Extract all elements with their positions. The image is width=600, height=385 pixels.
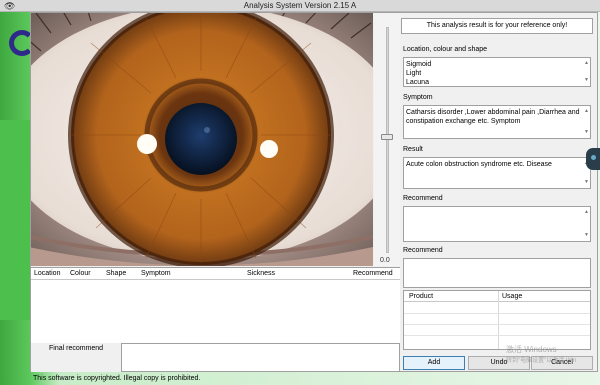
column-header-colour[interactable]: Colour — [70, 270, 91, 277]
column-divider — [498, 291, 499, 349]
final-recommend-row: Final recommend — [31, 343, 400, 372]
iris-image — [31, 13, 373, 266]
column-header-symptom[interactable]: Symptom — [141, 270, 171, 277]
location-line: Lacuna — [406, 79, 429, 86]
result-label: Result — [403, 146, 423, 153]
window-title: Analysis System Version 2.15 A — [243, 1, 357, 10]
location-line: Sigmoid — [406, 61, 432, 68]
reference-notice: This analysis result is for your referen… — [401, 18, 593, 34]
product-table[interactable]: Product Usage — [403, 290, 591, 350]
result-text: Acute colon obstruction syndrome etc. Di… — [406, 161, 552, 168]
recommend-field-secondary[interactable] — [403, 258, 591, 288]
table-row[interactable] — [404, 324, 590, 325]
findings-table[interactable]: Location Colour Shape Symptom Sickness R… — [31, 267, 400, 343]
final-recommend-label: Final recommend — [49, 345, 104, 352]
location-label: Location, colour and shape — [403, 46, 488, 53]
location-field[interactable]: Sigmoid Light Lacuna ▲ ▼ — [403, 57, 591, 87]
recommend-label-secondary: Recommend — [403, 247, 443, 254]
slider-track[interactable] — [386, 27, 389, 253]
final-recommend-field[interactable] — [121, 343, 400, 372]
scroll-down-icon[interactable]: ▼ — [584, 128, 589, 137]
column-header-location[interactable]: Location — [34, 270, 60, 277]
symptom-text: Catharsis disorder ,Lower abdominal pain… — [406, 109, 580, 125]
scroll-up-icon[interactable]: ▲ — [584, 208, 589, 217]
title-bar: 👁 Analysis System Version 2.15 A — [0, 0, 600, 12]
slider-value: 0.0 — [380, 257, 390, 264]
product-table-header: Product Usage — [404, 291, 590, 302]
findings-table-header: Location Colour Shape Symptom Sickness R… — [31, 268, 400, 280]
column-header-recommend[interactable]: Recommend — [353, 270, 393, 277]
recommend-label: Recommend — [403, 195, 443, 202]
symptom-field[interactable]: Catharsis disorder ,Lower abdominal pain… — [403, 105, 591, 139]
main-window: 0.0 Location Colour Shape Symptom Sickne… — [30, 12, 598, 372]
column-header-shape[interactable]: Shape — [106, 270, 126, 277]
activation-watermark: 激活 Windows — [506, 345, 557, 354]
scroll-down-icon[interactable]: ▼ — [584, 231, 589, 240]
scroll-up-icon[interactable]: ▲ — [584, 59, 589, 68]
slider-thumb[interactable] — [381, 134, 393, 140]
column-header-sickness[interactable]: Sickness — [247, 270, 275, 277]
recommend-field[interactable]: ▲ ▼ — [403, 206, 591, 242]
analysis-panel: This analysis result is for your referen… — [401, 13, 597, 371]
table-row[interactable] — [404, 313, 590, 314]
zoom-slider[interactable]: 0.0 — [374, 13, 400, 266]
floating-widget[interactable] — [586, 148, 600, 170]
location-line: Light — [406, 70, 422, 77]
table-row[interactable] — [404, 335, 590, 336]
background-stripe — [0, 120, 32, 320]
activation-watermark-hint: 转到"电脑设置"以激活 Win — [506, 358, 577, 364]
scroll-down-icon[interactable]: ▼ — [584, 76, 589, 85]
scroll-up-icon[interactable]: ▲ — [584, 107, 589, 116]
widget-dot-icon — [591, 155, 596, 160]
symptom-label: Symptom — [403, 94, 433, 101]
add-button[interactable]: Add — [403, 356, 465, 370]
column-header-usage[interactable]: Usage — [502, 293, 522, 300]
scroll-down-icon[interactable]: ▼ — [584, 178, 589, 187]
result-field[interactable]: Acute colon obstruction syndrome etc. Di… — [403, 157, 591, 189]
column-header-product[interactable]: Product — [409, 293, 433, 300]
copyright-status: This software is copyrighted. Illegal co… — [33, 375, 201, 382]
